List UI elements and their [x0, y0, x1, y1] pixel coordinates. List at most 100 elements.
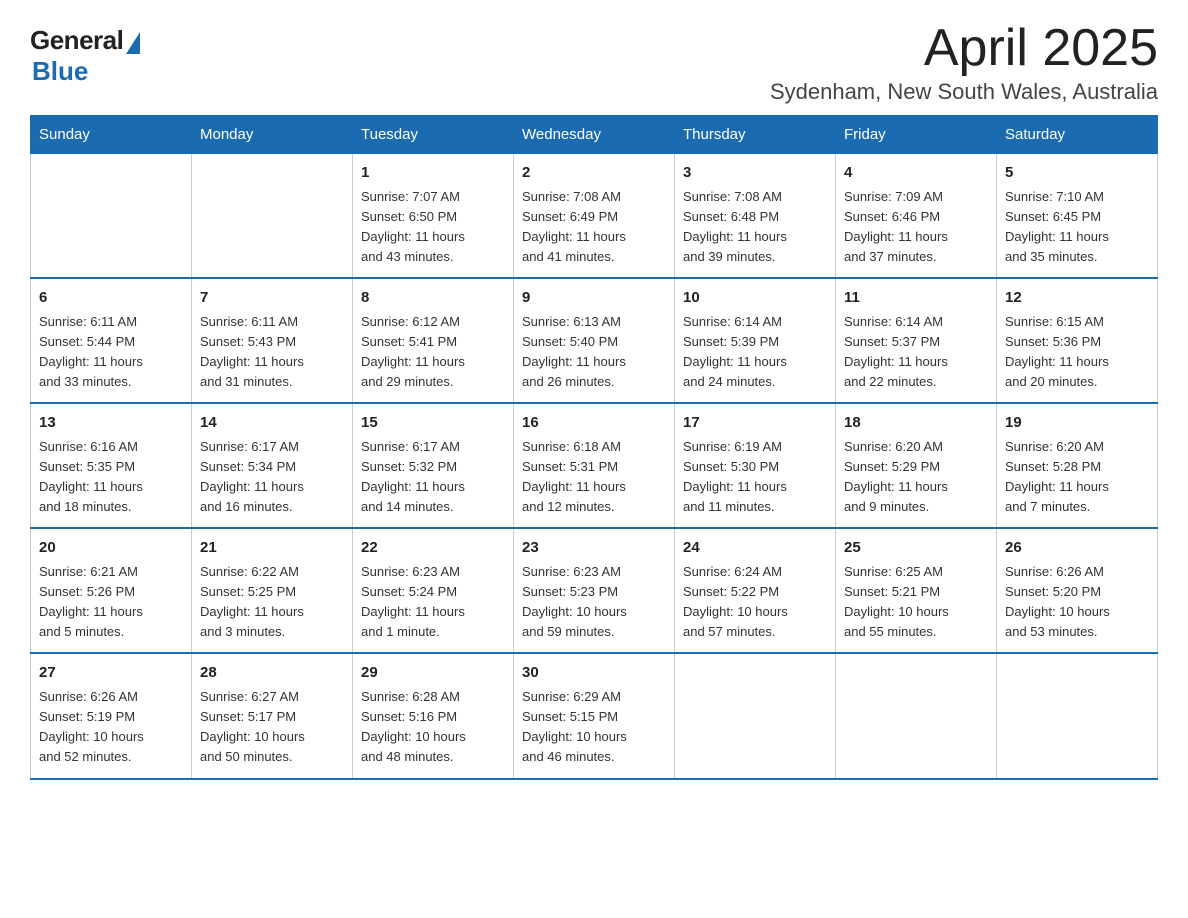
- calendar-cell: 28Sunrise: 6:27 AM Sunset: 5:17 PM Dayli…: [192, 653, 353, 778]
- calendar-cell: 21Sunrise: 6:22 AM Sunset: 5:25 PM Dayli…: [192, 528, 353, 653]
- day-number: 26: [1005, 537, 1149, 560]
- day-number: 5: [1005, 162, 1149, 185]
- title-area: April 2025 Sydenham, New South Wales, Au…: [770, 20, 1158, 105]
- calendar-body: 1Sunrise: 7:07 AM Sunset: 6:50 PM Daylig…: [31, 154, 1158, 779]
- day-number: 11: [844, 287, 988, 310]
- day-info: Sunrise: 7:10 AM Sunset: 6:45 PM Dayligh…: [1005, 187, 1149, 268]
- day-number: 19: [1005, 412, 1149, 435]
- day-info: Sunrise: 6:26 AM Sunset: 5:19 PM Dayligh…: [39, 687, 183, 768]
- day-info: Sunrise: 6:12 AM Sunset: 5:41 PM Dayligh…: [361, 312, 505, 393]
- header-row: SundayMondayTuesdayWednesdayThursdayFrid…: [31, 116, 1158, 154]
- day-info: Sunrise: 6:23 AM Sunset: 5:24 PM Dayligh…: [361, 562, 505, 643]
- day-info: Sunrise: 6:17 AM Sunset: 5:34 PM Dayligh…: [200, 437, 344, 518]
- day-number: 6: [39, 287, 183, 310]
- day-number: 22: [361, 537, 505, 560]
- day-number: 21: [200, 537, 344, 560]
- day-info: Sunrise: 6:20 AM Sunset: 5:28 PM Dayligh…: [1005, 437, 1149, 518]
- day-number: 14: [200, 412, 344, 435]
- day-number: 13: [39, 412, 183, 435]
- header-day-thursday: Thursday: [675, 116, 836, 154]
- calendar-cell: 26Sunrise: 6:26 AM Sunset: 5:20 PM Dayli…: [997, 528, 1158, 653]
- calendar-table: SundayMondayTuesdayWednesdayThursdayFrid…: [30, 115, 1158, 779]
- day-number: 16: [522, 412, 666, 435]
- calendar-cell: 14Sunrise: 6:17 AM Sunset: 5:34 PM Dayli…: [192, 403, 353, 528]
- calendar-cell: 13Sunrise: 6:16 AM Sunset: 5:35 PM Dayli…: [31, 403, 192, 528]
- calendar-cell: 18Sunrise: 6:20 AM Sunset: 5:29 PM Dayli…: [836, 403, 997, 528]
- calendar-week-4: 20Sunrise: 6:21 AM Sunset: 5:26 PM Dayli…: [31, 528, 1158, 653]
- calendar-cell: [836, 653, 997, 778]
- day-info: Sunrise: 6:20 AM Sunset: 5:29 PM Dayligh…: [844, 437, 988, 518]
- day-number: 8: [361, 287, 505, 310]
- day-info: Sunrise: 6:24 AM Sunset: 5:22 PM Dayligh…: [683, 562, 827, 643]
- day-info: Sunrise: 6:11 AM Sunset: 5:43 PM Dayligh…: [200, 312, 344, 393]
- calendar-cell: 2Sunrise: 7:08 AM Sunset: 6:49 PM Daylig…: [514, 154, 675, 279]
- calendar-cell: 24Sunrise: 6:24 AM Sunset: 5:22 PM Dayli…: [675, 528, 836, 653]
- day-number: 27: [39, 662, 183, 685]
- day-info: Sunrise: 6:11 AM Sunset: 5:44 PM Dayligh…: [39, 312, 183, 393]
- calendar-cell: 25Sunrise: 6:25 AM Sunset: 5:21 PM Dayli…: [836, 528, 997, 653]
- day-number: 17: [683, 412, 827, 435]
- header-day-monday: Monday: [192, 116, 353, 154]
- day-info: Sunrise: 6:21 AM Sunset: 5:26 PM Dayligh…: [39, 562, 183, 643]
- header-day-saturday: Saturday: [997, 116, 1158, 154]
- calendar-week-5: 27Sunrise: 6:26 AM Sunset: 5:19 PM Dayli…: [31, 653, 1158, 778]
- day-number: 1: [361, 162, 505, 185]
- day-info: Sunrise: 6:13 AM Sunset: 5:40 PM Dayligh…: [522, 312, 666, 393]
- calendar-cell: 30Sunrise: 6:29 AM Sunset: 5:15 PM Dayli…: [514, 653, 675, 778]
- day-number: 30: [522, 662, 666, 685]
- logo-triangle-icon: [126, 32, 140, 54]
- calendar-cell: 10Sunrise: 6:14 AM Sunset: 5:39 PM Dayli…: [675, 278, 836, 403]
- day-info: Sunrise: 6:14 AM Sunset: 5:39 PM Dayligh…: [683, 312, 827, 393]
- day-info: Sunrise: 7:07 AM Sunset: 6:50 PM Dayligh…: [361, 187, 505, 268]
- calendar-cell: [31, 154, 192, 279]
- logo: General Blue: [30, 25, 140, 87]
- day-info: Sunrise: 6:17 AM Sunset: 5:32 PM Dayligh…: [361, 437, 505, 518]
- day-info: Sunrise: 7:08 AM Sunset: 6:49 PM Dayligh…: [522, 187, 666, 268]
- calendar-cell: 1Sunrise: 7:07 AM Sunset: 6:50 PM Daylig…: [353, 154, 514, 279]
- day-info: Sunrise: 6:15 AM Sunset: 5:36 PM Dayligh…: [1005, 312, 1149, 393]
- calendar-header: SundayMondayTuesdayWednesdayThursdayFrid…: [31, 116, 1158, 154]
- day-number: 12: [1005, 287, 1149, 310]
- day-info: Sunrise: 6:18 AM Sunset: 5:31 PM Dayligh…: [522, 437, 666, 518]
- calendar-cell: 22Sunrise: 6:23 AM Sunset: 5:24 PM Dayli…: [353, 528, 514, 653]
- calendar-cell: 19Sunrise: 6:20 AM Sunset: 5:28 PM Dayli…: [997, 403, 1158, 528]
- day-number: 28: [200, 662, 344, 685]
- calendar-cell: 23Sunrise: 6:23 AM Sunset: 5:23 PM Dayli…: [514, 528, 675, 653]
- day-number: 15: [361, 412, 505, 435]
- day-info: Sunrise: 6:29 AM Sunset: 5:15 PM Dayligh…: [522, 687, 666, 768]
- day-info: Sunrise: 6:27 AM Sunset: 5:17 PM Dayligh…: [200, 687, 344, 768]
- day-number: 18: [844, 412, 988, 435]
- calendar-week-1: 1Sunrise: 7:07 AM Sunset: 6:50 PM Daylig…: [31, 154, 1158, 279]
- day-number: 9: [522, 287, 666, 310]
- day-number: 7: [200, 287, 344, 310]
- calendar-cell: 27Sunrise: 6:26 AM Sunset: 5:19 PM Dayli…: [31, 653, 192, 778]
- day-number: 3: [683, 162, 827, 185]
- calendar-cell: 29Sunrise: 6:28 AM Sunset: 5:16 PM Dayli…: [353, 653, 514, 778]
- day-number: 2: [522, 162, 666, 185]
- day-number: 23: [522, 537, 666, 560]
- calendar-cell: [997, 653, 1158, 778]
- day-info: Sunrise: 6:22 AM Sunset: 5:25 PM Dayligh…: [200, 562, 344, 643]
- day-number: 10: [683, 287, 827, 310]
- day-info: Sunrise: 6:19 AM Sunset: 5:30 PM Dayligh…: [683, 437, 827, 518]
- day-info: Sunrise: 6:23 AM Sunset: 5:23 PM Dayligh…: [522, 562, 666, 643]
- day-number: 20: [39, 537, 183, 560]
- page-title: April 2025: [770, 20, 1158, 77]
- calendar-cell: 20Sunrise: 6:21 AM Sunset: 5:26 PM Dayli…: [31, 528, 192, 653]
- calendar-cell: 4Sunrise: 7:09 AM Sunset: 6:46 PM Daylig…: [836, 154, 997, 279]
- calendar-cell: 6Sunrise: 6:11 AM Sunset: 5:44 PM Daylig…: [31, 278, 192, 403]
- page-subtitle: Sydenham, New South Wales, Australia: [770, 79, 1158, 105]
- header-day-wednesday: Wednesday: [514, 116, 675, 154]
- day-info: Sunrise: 6:14 AM Sunset: 5:37 PM Dayligh…: [844, 312, 988, 393]
- day-number: 24: [683, 537, 827, 560]
- calendar-week-2: 6Sunrise: 6:11 AM Sunset: 5:44 PM Daylig…: [31, 278, 1158, 403]
- day-number: 4: [844, 162, 988, 185]
- calendar-cell: 7Sunrise: 6:11 AM Sunset: 5:43 PM Daylig…: [192, 278, 353, 403]
- day-info: Sunrise: 6:16 AM Sunset: 5:35 PM Dayligh…: [39, 437, 183, 518]
- calendar-cell: 12Sunrise: 6:15 AM Sunset: 5:36 PM Dayli…: [997, 278, 1158, 403]
- calendar-cell: 9Sunrise: 6:13 AM Sunset: 5:40 PM Daylig…: [514, 278, 675, 403]
- day-info: Sunrise: 6:25 AM Sunset: 5:21 PM Dayligh…: [844, 562, 988, 643]
- header-day-sunday: Sunday: [31, 116, 192, 154]
- calendar-cell: 17Sunrise: 6:19 AM Sunset: 5:30 PM Dayli…: [675, 403, 836, 528]
- day-number: 29: [361, 662, 505, 685]
